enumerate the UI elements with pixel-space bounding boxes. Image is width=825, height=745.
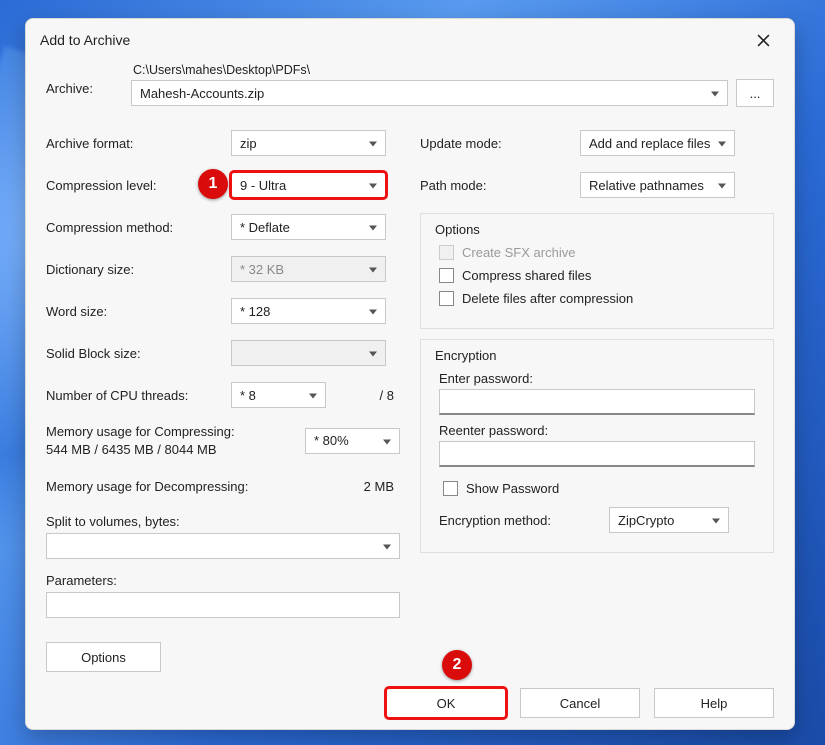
help-label: Help	[701, 696, 728, 711]
reenter-password-label: Reenter password:	[439, 423, 755, 438]
dialog-footer: 2 OK Cancel Help	[26, 682, 794, 734]
cpu-threads-combo[interactable]: * 8	[231, 382, 326, 408]
encryption-method-label: Encryption method:	[439, 513, 609, 528]
dictionary-size-combo[interactable]: * 32 KB	[231, 256, 386, 282]
ok-label: OK	[437, 696, 456, 711]
archive-filename-combo[interactable]: Mahesh-Accounts.zip	[131, 80, 728, 106]
word-size-combo[interactable]: * 128	[231, 298, 386, 324]
encryption-method-value: ZipCrypto	[618, 513, 674, 528]
title-bar: Add to Archive	[26, 19, 794, 59]
path-mode-combo[interactable]: Relative pathnames	[580, 172, 735, 198]
enter-password-label: Enter password:	[439, 371, 755, 386]
create-sfx-checkbox: Create SFX archive	[439, 245, 759, 260]
options-group: Options Create SFX archive Compress shar…	[420, 213, 774, 329]
archive-path-text: C:\Users\mahes\Desktop\PDFs\	[131, 63, 774, 77]
split-volumes-label: Split to volumes, bytes:	[46, 514, 400, 529]
compression-method-value: * Deflate	[240, 220, 290, 235]
dictionary-size-value: * 32 KB	[240, 262, 284, 277]
cpu-threads-label: Number of CPU threads:	[46, 388, 231, 403]
left-column: Archive format: zip 1 Compression level:…	[46, 129, 400, 672]
browse-label: ...	[750, 86, 761, 101]
delete-after-label: Delete files after compression	[462, 291, 633, 306]
right-column: Update mode: Add and replace files Path …	[420, 129, 774, 672]
split-volumes-combo[interactable]	[46, 533, 400, 559]
parameters-label: Parameters:	[46, 573, 400, 588]
archive-format-value: zip	[240, 136, 257, 151]
dictionary-size-label: Dictionary size:	[46, 262, 231, 277]
compression-level-combo[interactable]: 9 - Ultra	[231, 172, 386, 198]
callout-1: 1	[198, 169, 228, 199]
show-password-label: Show Password	[466, 481, 559, 496]
word-size-label: Word size:	[46, 304, 231, 319]
update-mode-value: Add and replace files	[589, 136, 710, 151]
add-to-archive-dialog: Add to Archive Archive: C:\Users\mahes\D…	[25, 18, 795, 730]
encryption-method-combo[interactable]: ZipCrypto	[609, 507, 729, 533]
compress-shared-checkbox[interactable]: Compress shared files	[439, 268, 759, 283]
memory-compress-label: Memory usage for Compressing: 544 MB / 6…	[46, 423, 276, 458]
checkbox-icon	[439, 291, 454, 306]
memory-decompress-value: 2 MB	[286, 479, 400, 494]
solid-block-combo[interactable]	[231, 340, 386, 366]
encryption-group: Encryption Enter password: Reenter passw…	[420, 339, 774, 553]
update-mode-combo[interactable]: Add and replace files	[580, 130, 735, 156]
archive-label: Archive:	[46, 63, 131, 96]
checkbox-icon	[439, 268, 454, 283]
window-title: Add to Archive	[40, 32, 130, 48]
cpu-threads-total: / 8	[380, 388, 400, 403]
cpu-threads-value: * 8	[240, 388, 256, 403]
archive-filename-value: Mahesh-Accounts.zip	[140, 86, 264, 101]
path-mode-label: Path mode:	[420, 178, 580, 193]
options-group-title: Options	[435, 222, 759, 237]
path-mode-value: Relative pathnames	[589, 178, 704, 193]
close-button[interactable]	[746, 29, 780, 51]
help-button[interactable]: Help	[654, 688, 774, 718]
show-password-checkbox[interactable]: Show Password	[443, 481, 755, 496]
archive-format-label: Archive format:	[46, 136, 231, 151]
options-button[interactable]: Options	[46, 642, 161, 672]
solid-block-label: Solid Block size:	[46, 346, 231, 361]
memory-compress-combo[interactable]: * 80%	[305, 428, 400, 454]
encryption-group-title: Encryption	[435, 348, 759, 363]
archive-format-combo[interactable]: zip	[231, 130, 386, 156]
word-size-value: * 128	[240, 304, 270, 319]
cancel-label: Cancel	[560, 696, 600, 711]
compression-method-combo[interactable]: * Deflate	[231, 214, 386, 240]
compress-shared-label: Compress shared files	[462, 268, 591, 283]
cancel-button[interactable]: Cancel	[520, 688, 640, 718]
parameters-input[interactable]	[46, 592, 400, 618]
enter-password-input[interactable]	[439, 389, 755, 415]
compression-method-label: Compression method:	[46, 220, 231, 235]
reenter-password-input[interactable]	[439, 441, 755, 467]
update-mode-label: Update mode:	[420, 136, 580, 151]
checkbox-icon	[439, 245, 454, 260]
callout-2: 2	[442, 650, 472, 680]
options-button-label: Options	[81, 650, 126, 665]
create-sfx-label: Create SFX archive	[462, 245, 575, 260]
close-icon	[757, 34, 770, 47]
browse-button[interactable]: ...	[736, 79, 774, 107]
memory-compress-value: * 80%	[314, 433, 349, 448]
delete-after-checkbox[interactable]: Delete files after compression	[439, 291, 759, 306]
checkbox-icon	[443, 481, 458, 496]
ok-button[interactable]: OK	[386, 688, 506, 718]
compression-level-value: 9 - Ultra	[240, 178, 286, 193]
memory-decompress-label: Memory usage for Decompressing:	[46, 479, 286, 494]
